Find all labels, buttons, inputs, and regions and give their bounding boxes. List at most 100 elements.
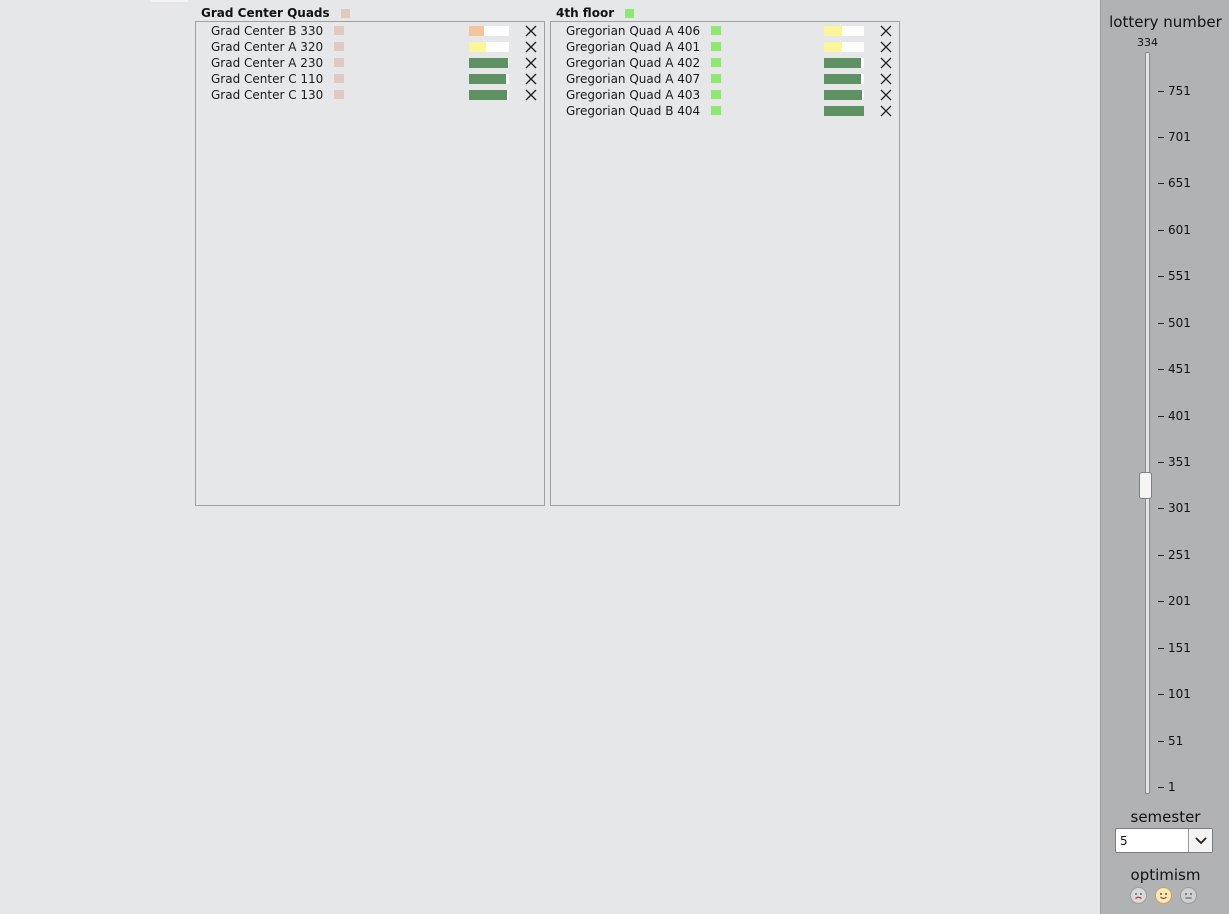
slider-tick-label: 151 xyxy=(1158,641,1191,655)
room-name: Gregorian Quad A 407 xyxy=(566,72,701,86)
room-row[interactable]: Grad Center C 110 xyxy=(196,71,544,87)
room-row[interactable]: Gregorian Quad B 404 xyxy=(551,103,899,119)
group-header: Grad Center Quads xyxy=(201,6,350,20)
room-color-dot xyxy=(711,74,721,83)
room-row[interactable]: Gregorian Quad A 406 xyxy=(551,23,899,39)
sad-face-icon[interactable] xyxy=(1130,887,1147,904)
slider-tick-text: 451 xyxy=(1168,362,1191,377)
room-row[interactable]: Grad Center C 130 xyxy=(196,87,544,103)
slider-tick-label: 451 xyxy=(1158,362,1191,376)
slider-tick-label: 351 xyxy=(1158,455,1191,469)
remove-room-icon[interactable] xyxy=(880,41,892,53)
remove-room-icon[interactable] xyxy=(880,73,892,85)
remove-room-icon[interactable] xyxy=(880,57,892,69)
group-color-swatch xyxy=(625,8,635,18)
slider-tick-label: 551 xyxy=(1158,269,1191,283)
semester-value: 5 xyxy=(1120,834,1128,848)
room-row[interactable]: Grad Center A 320 xyxy=(196,39,544,55)
probability-bar xyxy=(824,106,864,116)
room-name: Gregorian Quad A 403 xyxy=(566,88,701,102)
room-color-dot xyxy=(334,74,344,83)
slider-tick-text: 201 xyxy=(1168,594,1191,609)
probability-bar-fill xyxy=(469,74,506,84)
room-name: Grad Center C 130 xyxy=(211,88,324,102)
room-name: Gregorian Quad A 406 xyxy=(566,24,701,38)
slider-tick-text: 151 xyxy=(1168,640,1191,655)
room-color-dot xyxy=(711,26,721,35)
group-title: Grad Center Quads xyxy=(201,6,330,20)
slider-tick-label: 301 xyxy=(1158,501,1191,515)
slider-tick-label: 751 xyxy=(1158,84,1191,98)
lottery-number-title: lottery number xyxy=(1109,13,1222,31)
slider-tick-text: 701 xyxy=(1168,129,1191,144)
room-color-dot xyxy=(334,90,344,99)
room-name: Gregorian Quad B 404 xyxy=(566,104,701,118)
lottery-number-value: 334 xyxy=(1137,36,1158,49)
lottery-slider-track[interactable] xyxy=(1145,52,1150,794)
slider-tick-text: 101 xyxy=(1168,687,1191,702)
probability-bar-fill xyxy=(824,74,862,84)
slider-tick-text: 501 xyxy=(1168,315,1191,330)
slider-tick-label: 401 xyxy=(1158,409,1191,423)
room-name: Gregorian Quad A 401 xyxy=(566,40,701,54)
room-color-dot xyxy=(711,42,721,51)
slider-tick-label: 201 xyxy=(1158,594,1191,608)
remove-room-icon[interactable] xyxy=(525,89,537,101)
slider-tick-text: 401 xyxy=(1168,408,1191,423)
group-color-swatch xyxy=(340,8,350,18)
probability-bar xyxy=(469,90,509,100)
slider-tick-text: 651 xyxy=(1168,176,1191,191)
room-name: Grad Center C 110 xyxy=(211,72,324,86)
probability-bar xyxy=(824,90,864,100)
probability-bar xyxy=(824,26,864,36)
room-name: Grad Center A 320 xyxy=(211,40,324,54)
room-color-dot xyxy=(334,26,344,35)
slider-tick-label: 651 xyxy=(1158,176,1191,190)
room-row[interactable]: Grad Center B 330 xyxy=(196,23,544,39)
neutral-face-icon[interactable] xyxy=(1180,887,1197,904)
slider-tick-text: 251 xyxy=(1168,547,1191,562)
probability-bar xyxy=(469,74,509,84)
semester-title: semester xyxy=(1130,808,1201,826)
semester-select[interactable]: 5 xyxy=(1115,828,1213,853)
slider-tick-text: 601 xyxy=(1168,222,1191,237)
room-color-dot xyxy=(711,90,721,99)
group-title: 4th floor xyxy=(556,6,615,20)
happy-face-icon[interactable] xyxy=(1155,887,1172,904)
room-color-dot xyxy=(334,42,344,51)
remove-room-icon[interactable] xyxy=(880,25,892,37)
probability-bar-fill xyxy=(824,26,843,36)
room-list-panel: Gregorian Quad A 406 Gregorian Quad A 401… xyxy=(550,21,900,506)
room-name: Gregorian Quad A 402 xyxy=(566,56,701,70)
room-row[interactable]: Grad Center A 230 xyxy=(196,55,544,71)
semester-dropdown-button[interactable] xyxy=(1188,829,1212,852)
probability-bar xyxy=(824,42,864,52)
slider-tick-text: 1 xyxy=(1168,780,1176,794)
remove-room-icon[interactable] xyxy=(880,105,892,117)
room-row[interactable]: Gregorian Quad A 407 xyxy=(551,71,899,87)
slider-tick-label: 51 xyxy=(1158,734,1183,748)
slider-tick-label: 1 xyxy=(1158,780,1176,794)
room-row[interactable]: Gregorian Quad A 403 xyxy=(551,87,899,103)
probability-bar xyxy=(824,58,864,68)
remove-room-icon[interactable] xyxy=(880,89,892,101)
room-name: Grad Center B 330 xyxy=(211,24,324,38)
slider-tick-label: 101 xyxy=(1158,687,1191,701)
probability-bar xyxy=(469,58,509,68)
room-name: Grad Center A 230 xyxy=(211,56,324,70)
slider-tick-label: 501 xyxy=(1158,316,1191,330)
room-list-panel: Grad Center B 330 Grad Center A 320 Grad C… xyxy=(195,21,545,506)
remove-room-icon[interactable] xyxy=(525,57,537,69)
slider-tick-text: 751 xyxy=(1168,83,1191,98)
room-row[interactable]: Gregorian Quad A 402 xyxy=(551,55,899,71)
probability-bar-fill xyxy=(824,90,863,100)
room-row[interactable]: Gregorian Quad A 401 xyxy=(551,39,899,55)
remove-room-icon[interactable] xyxy=(525,41,537,53)
remove-room-icon[interactable] xyxy=(525,73,537,85)
optimism-title: optimism xyxy=(1130,866,1201,884)
probability-bar xyxy=(824,74,864,84)
room-color-dot xyxy=(711,58,721,67)
lottery-slider-thumb[interactable] xyxy=(1139,471,1152,499)
room-color-dot xyxy=(334,58,344,67)
remove-room-icon[interactable] xyxy=(525,25,537,37)
